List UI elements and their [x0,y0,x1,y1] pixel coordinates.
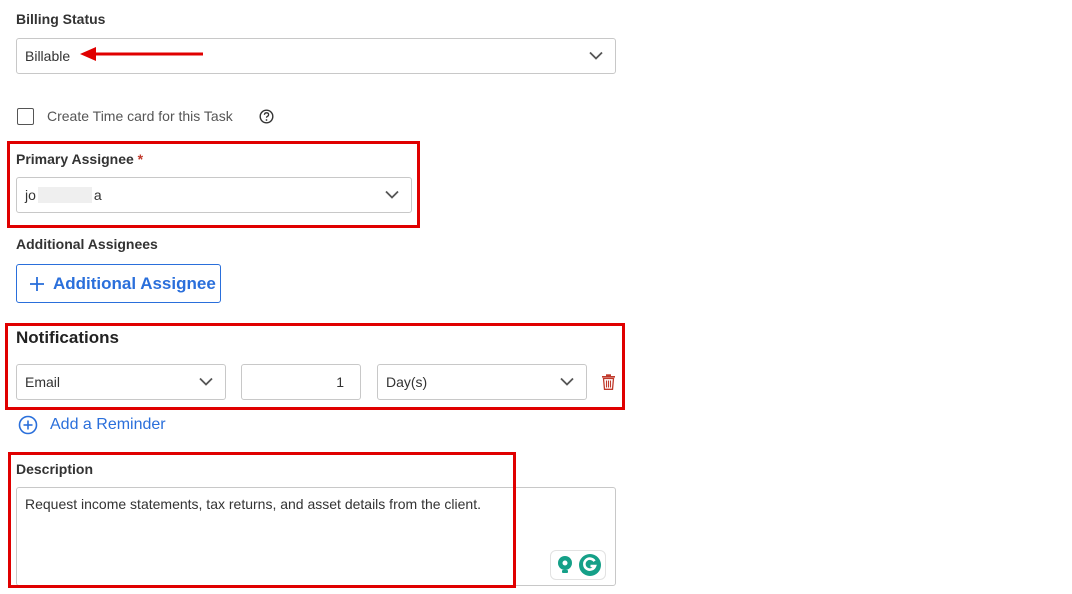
annotation-arrow [80,47,203,61]
grammarly-icon[interactable] [578,553,602,577]
help-icon[interactable] [259,109,274,124]
description-text: Request income statements, tax returns, … [25,496,481,512]
primary-assignee-label-text: Primary Assignee [16,151,134,167]
notification-amount-input[interactable]: 1 [241,364,361,400]
additional-assignees-label: Additional Assignees [16,236,158,252]
notifications-heading: Notifications [16,328,119,347]
notification-unit-select[interactable]: Day(s) [377,364,587,400]
chevron-down-icon [589,51,603,60]
description-textarea[interactable]: Request income statements, tax returns, … [16,487,616,586]
trash-icon[interactable] [601,374,616,390]
plus-icon [30,276,44,291]
notification-method-select[interactable]: Email [16,364,226,400]
add-reminder-link[interactable]: Add a Reminder [50,416,166,434]
lightbulb-icon[interactable] [556,555,574,575]
add-additional-assignee-label: Additional Assignee [53,273,216,293]
redacted-name-block [37,187,92,203]
timecard-checkbox[interactable] [17,108,34,125]
primary-assignee-value-prefix: jo [25,187,36,203]
chevron-down-icon [560,377,574,386]
primary-assignee-label: Primary Assignee * [16,151,143,167]
chevron-down-icon [385,190,399,199]
chevron-down-icon [199,377,213,386]
primary-assignee-value-suffix: a [93,187,102,203]
add-additional-assignee-button[interactable]: Additional Assignee [16,264,221,303]
notification-unit-value: Day(s) [386,374,428,390]
grammarly-widget[interactable] [550,550,606,580]
notification-method-value: Email [25,374,61,390]
add-circle-icon[interactable] [18,415,38,435]
primary-assignee-select[interactable]: jo a [16,177,412,213]
description-label: Description [16,461,94,477]
notification-amount-value: 1 [336,374,344,390]
timecard-label: Create Time card for this Task [47,108,233,124]
billing-status-value: Billable [25,48,71,64]
billing-status-label: Billing Status [16,11,106,27]
required-asterisk: * [137,151,144,167]
